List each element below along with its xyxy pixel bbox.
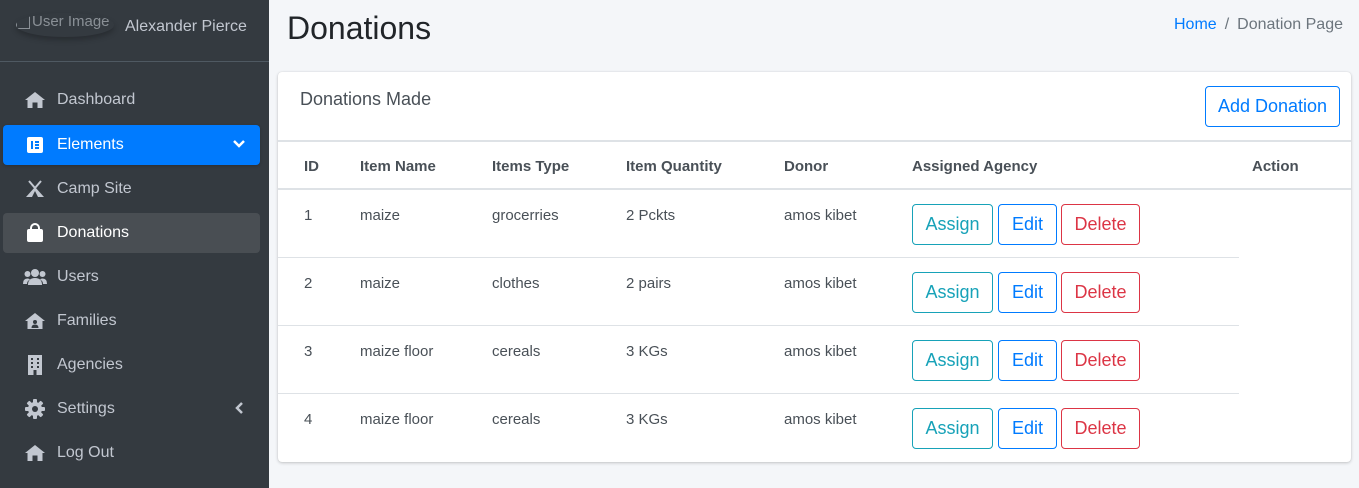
user-name[interactable]: Alexander Pierce bbox=[125, 18, 247, 36]
assign-button[interactable]: Assign bbox=[912, 340, 993, 381]
edit-button[interactable]: Edit bbox=[998, 408, 1057, 449]
card-divider bbox=[278, 140, 1351, 142]
column-header-action: Action bbox=[1252, 158, 1299, 175]
edit-button[interactable]: Edit bbox=[998, 204, 1057, 245]
cell-donor: amos kibet bbox=[784, 275, 857, 292]
assign-button[interactable]: Assign bbox=[912, 204, 993, 245]
user-avatar-alt: User Image bbox=[32, 13, 110, 30]
delete-button[interactable]: Delete bbox=[1061, 408, 1140, 449]
edit-button[interactable]: Edit bbox=[998, 272, 1057, 313]
cell-id: 4 bbox=[304, 411, 313, 428]
sidebar-item-elements[interactable]: Elements bbox=[3, 125, 260, 165]
cell-item-name: maize floor bbox=[360, 411, 434, 428]
cell-items-type: grocerries bbox=[492, 207, 559, 224]
sidebar-item-label: Camp Site bbox=[57, 180, 132, 197]
sidebar-item-camp-site[interactable]: Camp Site bbox=[3, 169, 260, 209]
cell-item-quantity: 2 pairs bbox=[626, 275, 672, 292]
assign-button[interactable]: Assign bbox=[912, 408, 993, 449]
column-header-assigned-agency: Assigned Agency bbox=[912, 158, 1038, 175]
sidebar-item-dashboard[interactable]: Dashboard bbox=[3, 80, 260, 120]
sidebar-item-families[interactable]: Families bbox=[3, 301, 260, 341]
table-row: 4 maize floor cereals 3 KGs amos kibet A… bbox=[278, 394, 1239, 462]
campground-icon bbox=[23, 179, 47, 199]
sidebar-item-label: Users bbox=[57, 268, 99, 285]
page-title: Donations bbox=[287, 10, 432, 46]
assign-button[interactable]: Assign bbox=[912, 272, 993, 313]
shopping-bag-icon bbox=[23, 223, 47, 243]
cell-items-type: cereals bbox=[492, 411, 541, 428]
sidebar-item-log-out[interactable]: Log Out bbox=[3, 433, 260, 473]
table-row: 2 maize clothes 2 pairs amos kibet Assig… bbox=[278, 258, 1239, 326]
cell-id: 2 bbox=[304, 275, 313, 292]
cell-items-type: clothes bbox=[492, 275, 540, 292]
delete-button[interactable]: Delete bbox=[1061, 272, 1140, 313]
sidebar-item-donations[interactable]: Donations bbox=[3, 213, 260, 253]
sidebar-item-label: Elements bbox=[57, 136, 124, 153]
table-row: 1 maize grocerries 2 Pckts amos kibet As… bbox=[278, 190, 1239, 258]
sidebar-item-label: Settings bbox=[57, 400, 115, 417]
delete-button[interactable]: Delete bbox=[1061, 204, 1140, 245]
cell-item-name: maize bbox=[360, 275, 401, 292]
elementor-icon bbox=[23, 135, 47, 155]
column-header-item-name: Item Name bbox=[360, 158, 436, 175]
broken-image-icon bbox=[16, 13, 30, 29]
column-header-id: ID bbox=[304, 158, 319, 175]
cell-item-quantity: 3 KGs bbox=[626, 411, 668, 428]
chevron-down-icon bbox=[232, 137, 246, 151]
chevron-left-icon bbox=[232, 401, 246, 415]
breadcrumb-home-link[interactable]: Home bbox=[1174, 16, 1217, 33]
sidebar-item-label: Agencies bbox=[57, 356, 123, 373]
column-header-donor: Donor bbox=[784, 158, 829, 175]
delete-button[interactable]: Delete bbox=[1061, 340, 1140, 381]
home-icon bbox=[23, 443, 47, 463]
table-row: 3 maize floor cereals 3 KGs amos kibet A… bbox=[278, 326, 1239, 394]
home-icon bbox=[23, 90, 47, 110]
breadcrumb-separator: / bbox=[1224, 16, 1230, 33]
cell-items-type: cereals bbox=[492, 343, 541, 360]
cell-id: 1 bbox=[304, 207, 313, 224]
cell-item-name: maize bbox=[360, 207, 401, 224]
donations-card: Donations Made Add Donation ID Item Name… bbox=[278, 72, 1351, 462]
sidebar: User Image Alexander Pierce Dashboard El… bbox=[0, 0, 269, 488]
sidebar-item-label: Log Out bbox=[57, 444, 114, 461]
cell-item-quantity: 3 KGs bbox=[626, 343, 668, 360]
sidebar-item-users[interactable]: Users bbox=[3, 257, 260, 297]
breadcrumb: Home / Donation Page bbox=[1174, 16, 1343, 34]
breadcrumb-current: Donation Page bbox=[1237, 16, 1343, 33]
cell-item-quantity: 2 Pckts bbox=[626, 207, 676, 224]
cell-donor: amos kibet bbox=[784, 343, 857, 360]
sidebar-item-label: Dashboard bbox=[57, 91, 136, 108]
user-avatar[interactable]: User Image bbox=[16, 13, 114, 37]
house-user-icon bbox=[23, 311, 47, 331]
card-title: Donations Made bbox=[300, 89, 432, 109]
cell-donor: amos kibet bbox=[784, 207, 857, 224]
building-icon bbox=[23, 355, 47, 375]
add-donation-button[interactable]: Add Donation bbox=[1205, 86, 1340, 127]
user-panel: User Image Alexander Pierce bbox=[0, 0, 269, 62]
users-icon bbox=[23, 267, 47, 287]
sidebar-item-label: Donations bbox=[57, 224, 130, 241]
sidebar-item-agencies[interactable]: Agencies bbox=[3, 345, 260, 385]
edit-button[interactable]: Edit bbox=[998, 340, 1057, 381]
cell-item-name: maize floor bbox=[360, 343, 434, 360]
sidebar-item-label: Families bbox=[57, 312, 117, 329]
cell-id: 3 bbox=[304, 343, 313, 360]
column-header-item-quantity: Item Quantity bbox=[626, 158, 722, 175]
cog-icon bbox=[23, 399, 47, 419]
column-header-items-type: Items Type bbox=[492, 158, 570, 175]
sidebar-item-settings[interactable]: Settings bbox=[3, 389, 260, 429]
cell-donor: amos kibet bbox=[784, 411, 857, 428]
